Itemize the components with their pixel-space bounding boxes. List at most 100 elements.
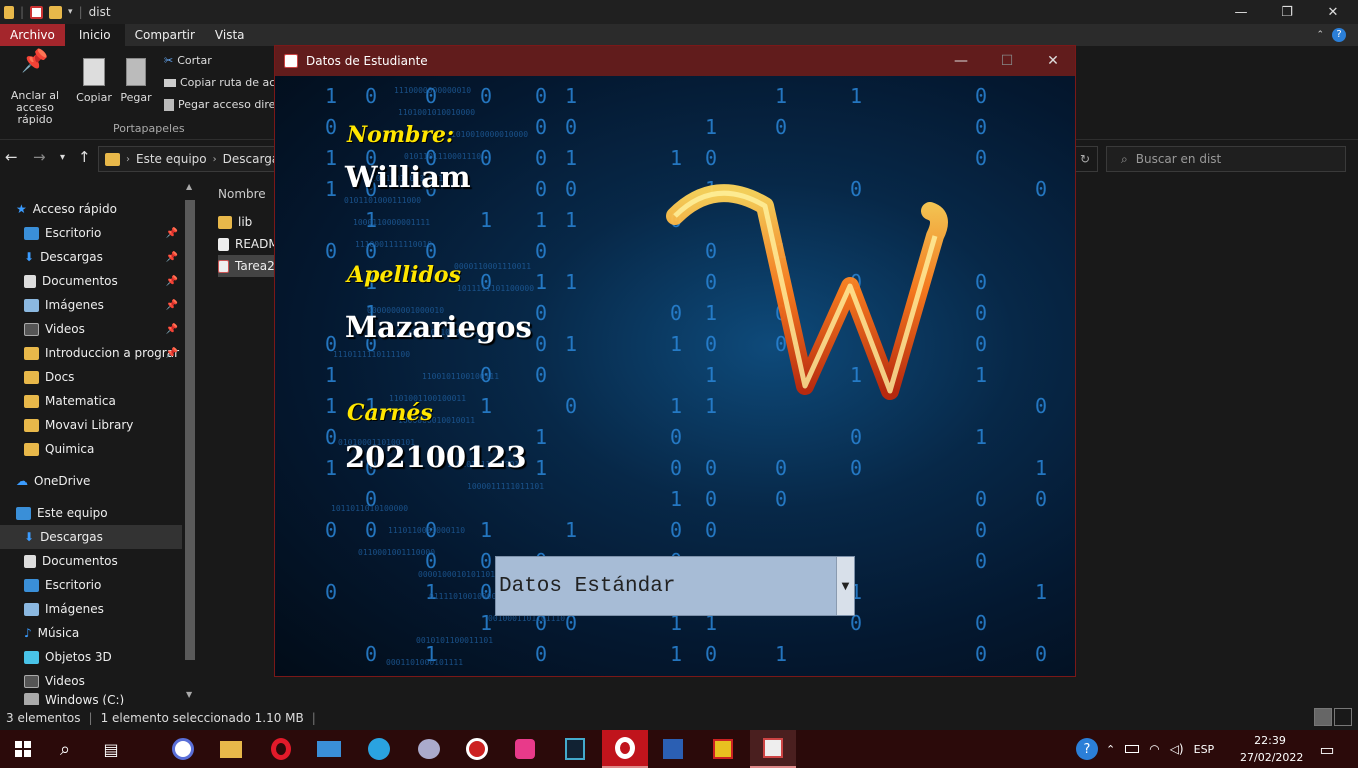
help-icon[interactable]: ? <box>1332 28 1346 42</box>
nav-pc-imagenes[interactable]: Imágenes <box>0 597 182 621</box>
nav-onedrive[interactable]: ☁ OneDrive <box>0 469 182 493</box>
search-icon[interactable]: ⌕ <box>42 730 88 768</box>
binary-digit: 0 <box>565 394 578 418</box>
binary-digit: 1 <box>325 146 338 170</box>
nav-pc-descargas[interactable]: ⬇ Descargas <box>0 525 182 549</box>
nav-quick-descargas[interactable]: ⬇ Descargas 📌 <box>0 245 182 269</box>
chevron-down-icon[interactable]: ▾ <box>68 7 73 17</box>
app-icon-hexagon[interactable] <box>160 730 206 768</box>
pin-icon[interactable]: 📌 <box>166 252 178 263</box>
help-tray-icon[interactable]: ? <box>1076 738 1098 760</box>
record-icon[interactable] <box>454 730 500 768</box>
pin-icon[interactable]: 📌 <box>166 324 178 335</box>
binary-digit: 0 <box>850 456 863 480</box>
pin-icon[interactable]: 📌 <box>166 228 178 239</box>
tab-inicio[interactable]: Inicio <box>64 24 125 46</box>
nav-pc-escritorio[interactable]: Escritorio <box>0 573 182 597</box>
nav-pc-windows-c[interactable]: Windows (C:) <box>0 693 182 705</box>
nav-quick-imagenes[interactable]: Imágenes 📌 <box>0 293 182 317</box>
maximize-button[interactable]: ❐ <box>1264 0 1310 24</box>
winrar-icon[interactable] <box>700 730 746 768</box>
tab-vista[interactable]: Vista <box>205 24 255 46</box>
folder-icon <box>24 418 39 432</box>
drive-icon <box>24 693 39 705</box>
nav-quick-quimica[interactable]: Quimica <box>0 437 182 461</box>
volume-icon[interactable]: ◁) <box>1170 742 1184 756</box>
pin-icon[interactable]: 📌 <box>166 276 178 287</box>
nav-quick-movavi[interactable]: Movavi Library <box>0 413 182 437</box>
chevron-up-icon[interactable]: ⌃ <box>1106 743 1115 756</box>
search-input[interactable]: ⌕ Buscar en dist <box>1106 146 1346 172</box>
maximize-button[interactable]: ☐ <box>984 46 1030 76</box>
data-mode-combobox[interactable]: Datos Estándar ▼ <box>495 556 855 616</box>
pin-quick-access-button[interactable]: 📌 Anclar al acceso rápido <box>4 51 66 126</box>
nav-quick-matematica[interactable]: Matematica <box>0 389 182 413</box>
properties-icon[interactable] <box>30 5 44 19</box>
forward-arrow-icon[interactable]: → <box>33 148 46 166</box>
copy-path-button[interactable]: Copiar ruta de acc <box>164 76 281 89</box>
nav-this-pc[interactable]: Este equipo <box>0 501 182 525</box>
close-button[interactable]: ✕ <box>1030 46 1076 76</box>
telegram-icon[interactable] <box>356 730 402 768</box>
nav-pc-documentos[interactable]: Documentos <box>0 549 182 573</box>
tab-archivo[interactable]: Archivo <box>0 24 65 46</box>
windows-start-icon[interactable] <box>0 730 46 768</box>
chevron-down-icon[interactable]: ▼ <box>836 557 854 615</box>
scroll-thumb[interactable] <box>185 200 195 660</box>
opera-gx-icon[interactable] <box>602 730 648 768</box>
cube-icon <box>24 650 39 664</box>
scroll-down-icon[interactable]: ▼ <box>186 690 192 699</box>
visual-app-icon[interactable] <box>552 730 598 768</box>
nav-pc-videos[interactable]: Videos <box>0 669 182 693</box>
column-header-name[interactable]: Nombre <box>218 187 266 201</box>
recent-chevron-icon[interactable]: ▾ <box>60 152 65 163</box>
minimize-button[interactable]: — <box>1218 0 1264 24</box>
paint-icon[interactable] <box>406 730 452 768</box>
explorer-titlebar: | ▾ | dist — ❐ ✕ <box>0 0 1358 24</box>
nav-scrollbar[interactable]: ▲ ▼ <box>182 180 198 705</box>
taskbar-clock[interactable]: 22:39 27/02/2022 <box>1240 732 1303 766</box>
binary-stream: 0000110001110011 <box>454 262 532 271</box>
chevron-down-icon[interactable]: ⌃ <box>1316 30 1324 40</box>
file-explorer-taskbar-icon[interactable] <box>208 730 254 768</box>
nav-quick-docs[interactable]: Docs <box>0 365 182 389</box>
word-icon[interactable] <box>650 730 696 768</box>
binary-stream: 1011011010100000 <box>331 504 409 513</box>
nav-quick-access[interactable]: ★ Acceso rápido <box>0 197 182 221</box>
large-icons-view-icon[interactable] <box>1334 708 1352 726</box>
notifications-icon[interactable]: ▭ <box>1304 730 1350 768</box>
mail-icon[interactable] <box>306 730 352 768</box>
new-folder-icon[interactable] <box>49 5 63 19</box>
copy-button[interactable]: Copiar <box>76 56 112 104</box>
scroll-up-icon[interactable]: ▲ <box>186 182 192 191</box>
opera-icon[interactable] <box>258 730 304 768</box>
java-taskbar-icon[interactable] <box>750 730 796 768</box>
pin-icon[interactable]: 📌 <box>166 300 178 311</box>
binary-stream: 0110001001110000 <box>358 548 436 557</box>
binary-digit: 1 <box>670 487 683 511</box>
minimize-button[interactable]: — <box>938 46 984 76</box>
tab-compartir[interactable]: Compartir <box>125 24 205 46</box>
paste-shortcut-button[interactable]: Pegar acceso direc <box>164 98 281 111</box>
wifi-icon[interactable]: ◠ <box>1149 742 1159 756</box>
cut-button[interactable]: ✂ Cortar <box>164 54 212 67</box>
nav-quick-documentos[interactable]: Documentos 📌 <box>0 269 182 293</box>
breadcrumb-este-equipo[interactable]: Este equipo <box>136 152 207 166</box>
nav-quick-introduccion[interactable]: Introduccion a prograr 📌 <box>0 341 182 365</box>
nav-pc-musica[interactable]: ♪ Música <box>0 621 182 645</box>
robot-app-icon[interactable] <box>502 730 548 768</box>
up-arrow-icon[interactable]: ↑ <box>78 148 91 166</box>
paste-button[interactable]: Pegar <box>118 56 154 104</box>
student-window-body: 1011001101000001011010000000000110010011… <box>275 76 1075 676</box>
nav-quick-escritorio[interactable]: Escritorio 📌 <box>0 221 182 245</box>
task-view-icon[interactable]: ▤ <box>88 730 134 768</box>
nav-pc-objetos-3d[interactable]: Objetos 3D <box>0 645 182 669</box>
close-button[interactable]: ✕ <box>1310 0 1356 24</box>
back-arrow-icon[interactable]: ← <box>5 148 18 166</box>
battery-icon[interactable] <box>1125 745 1140 753</box>
pin-icon[interactable]: 📌 <box>166 348 178 359</box>
details-view-icon[interactable] <box>1314 708 1332 726</box>
nav-quick-videos[interactable]: Videos 📌 <box>0 317 182 341</box>
language-indicator[interactable]: ESP <box>1194 743 1215 756</box>
address-breadcrumb[interactable]: › Este equipo › Descargas <box>98 146 288 172</box>
